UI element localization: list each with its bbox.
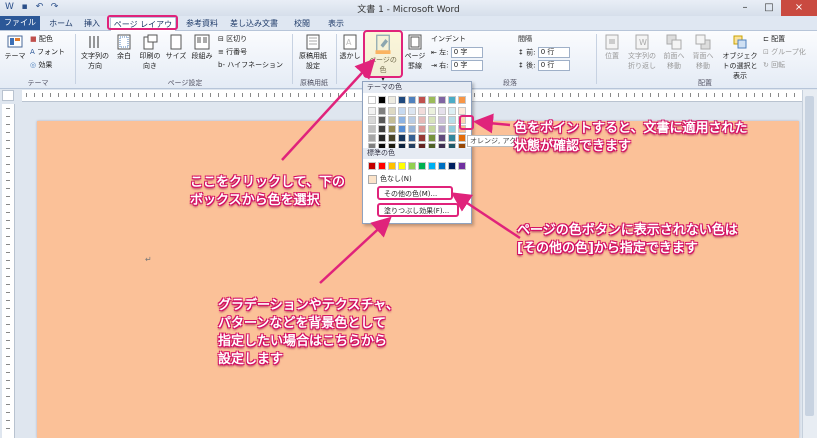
arrow-to-page-color (281, 58, 376, 161)
annotation-more-colors: ページの色ボタンに表示されない色は [その他の色]から指定できます (517, 223, 738, 256)
arrow-to-more-colors (450, 192, 521, 240)
annotation-fill-effects: グラデーションやテクスチャ、 パターンなどを背景色として 指定したい場合はこちら… (218, 298, 399, 367)
annotation-hover-preview: 色をポイントすると、文書に適用された 状態が確認できます (514, 121, 748, 154)
annotation-arrows (281, 58, 521, 284)
annotation-click-page-color: ここをクリックして、下の ボックスから色を選択 (190, 175, 345, 208)
arrow-to-fill-effects (319, 216, 392, 284)
arrow-to-swatch (473, 113, 511, 134)
